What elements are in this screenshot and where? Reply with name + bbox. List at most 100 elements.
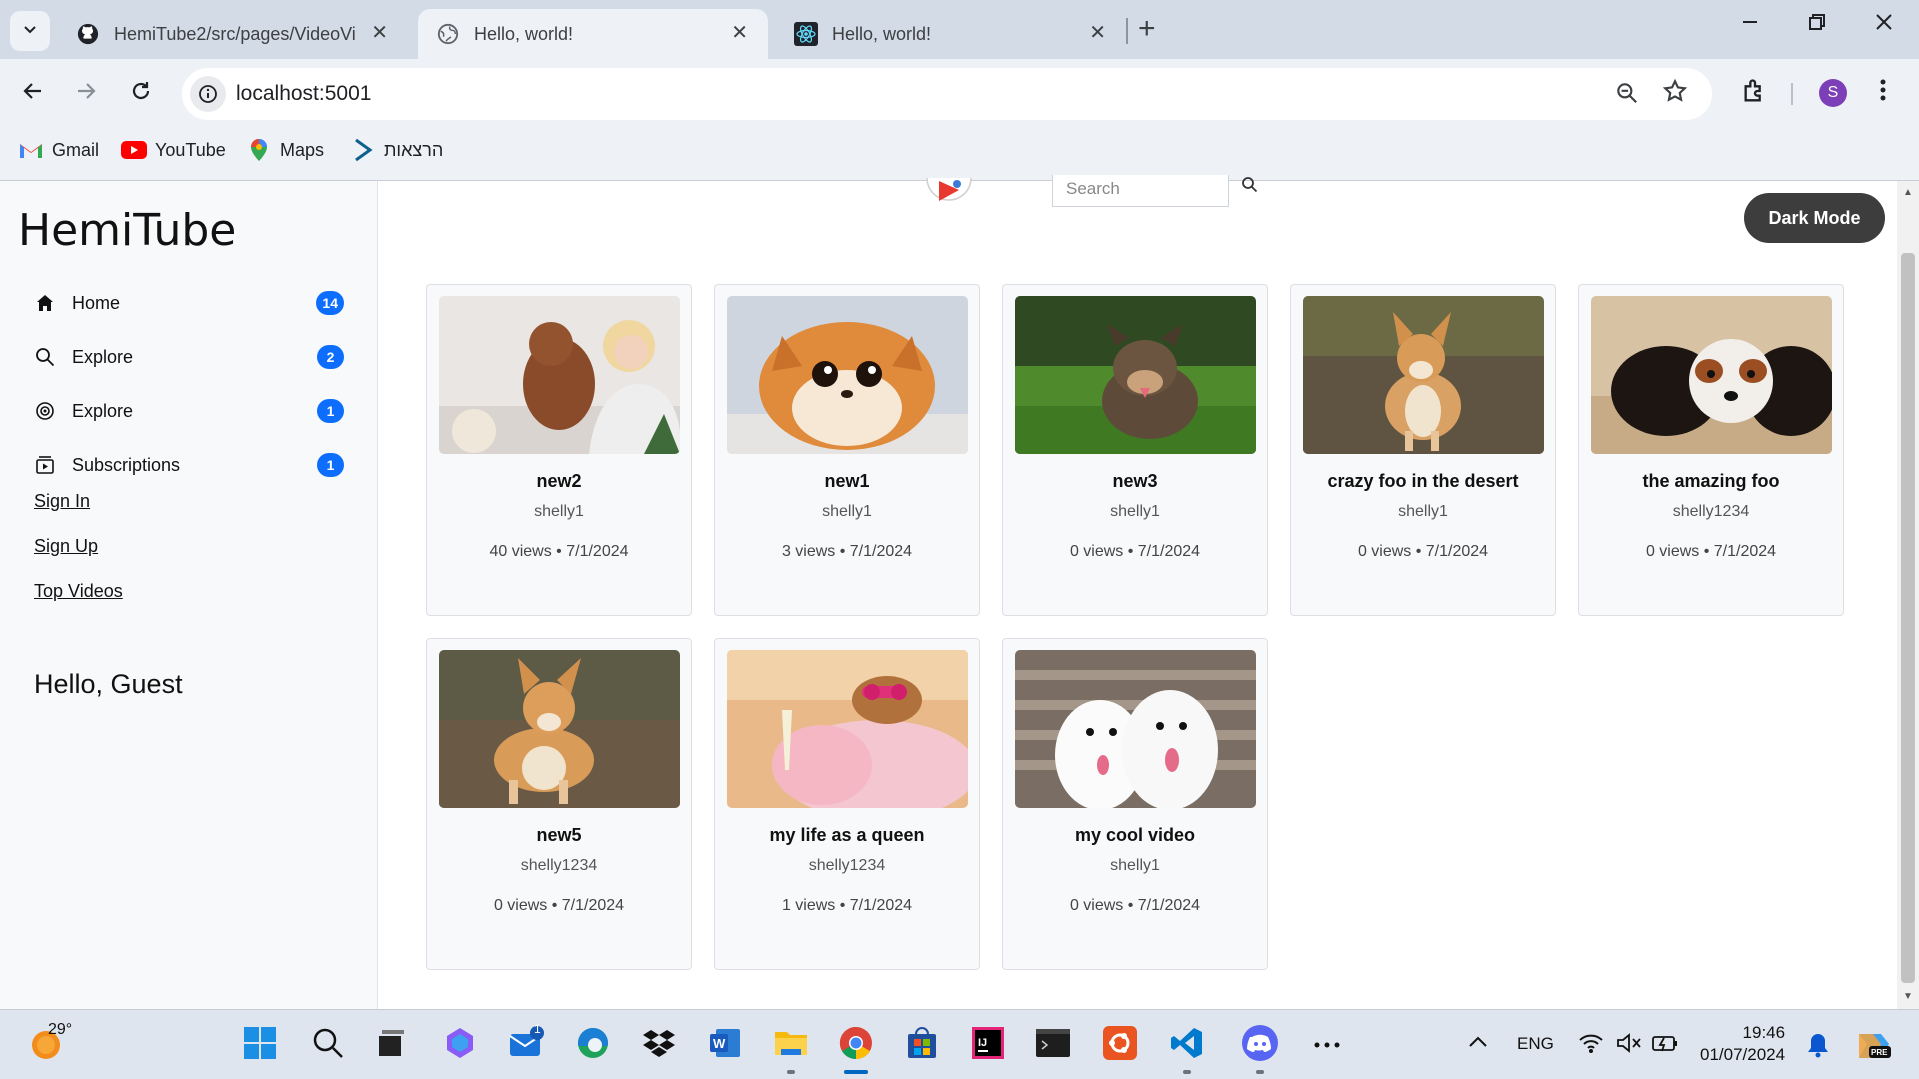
sidebar-item-explore-compass[interactable]: Explore 1 bbox=[34, 396, 344, 426]
video-title[interactable]: crazy foo in the desert bbox=[1291, 471, 1555, 492]
video-thumbnail[interactable] bbox=[1015, 296, 1256, 454]
site-info-icon[interactable] bbox=[190, 76, 226, 112]
taskbar-intellij[interactable]: IJ bbox=[969, 1026, 1007, 1064]
tab-search-button[interactable] bbox=[10, 11, 50, 51]
taskbar-discord[interactable] bbox=[1241, 1024, 1279, 1074]
close-tab-icon[interactable]: ✕ bbox=[371, 23, 388, 43]
bookmark-gmail[interactable]: Gmail bbox=[18, 139, 99, 161]
tab-github[interactable]: HemiTube2/src/pages/VideoVi ✕ bbox=[58, 9, 408, 59]
video-thumbnail[interactable] bbox=[727, 296, 968, 454]
search-icon[interactable] bbox=[1240, 177, 1260, 202]
video-card[interactable]: my cool video shelly1 0 views • 7/1/2024 bbox=[1002, 638, 1268, 970]
taskbar-edge[interactable] bbox=[574, 1026, 612, 1064]
battery-icon[interactable] bbox=[1651, 1032, 1679, 1059]
sidebar-item-home[interactable]: Home 14 bbox=[34, 288, 344, 318]
volume-muted-icon[interactable] bbox=[1616, 1032, 1642, 1059]
close-tab-icon[interactable]: ✕ bbox=[1089, 23, 1106, 43]
taskbar-dropbox[interactable] bbox=[640, 1026, 678, 1064]
minimize-button[interactable] bbox=[1738, 10, 1762, 40]
start-button[interactable] bbox=[241, 1026, 279, 1064]
profile-avatar[interactable]: S bbox=[1819, 79, 1847, 107]
bookmark-label: Maps bbox=[280, 139, 325, 160]
more-icon bbox=[1313, 1036, 1341, 1054]
bookmark-lectures[interactable]: הרצאות bbox=[350, 138, 443, 162]
count-badge: 14 bbox=[316, 291, 344, 315]
video-title[interactable]: new3 bbox=[1003, 471, 1267, 492]
video-title[interactable]: my cool video bbox=[1003, 825, 1267, 846]
video-card[interactable]: new3 shelly1 0 views • 7/1/2024 bbox=[1002, 284, 1268, 616]
restore-button[interactable] bbox=[1805, 10, 1829, 40]
sign-in-link[interactable]: Sign In bbox=[34, 491, 90, 512]
language-indicator[interactable]: ENG bbox=[1517, 1034, 1554, 1054]
taskbar-store[interactable] bbox=[903, 1026, 941, 1064]
bookmark-maps[interactable]: Maps bbox=[246, 139, 324, 161]
reload-button[interactable] bbox=[125, 77, 157, 109]
back-button[interactable] bbox=[17, 77, 49, 109]
video-card[interactable]: new5 shelly1234 0 views • 7/1/2024 bbox=[426, 638, 692, 970]
page-scrollbar[interactable]: ▲ ▼ bbox=[1897, 181, 1919, 1009]
video-card[interactable]: new2 shelly1 40 views • 7/1/2024 bbox=[426, 284, 692, 616]
notification-bell-icon[interactable] bbox=[1807, 1032, 1829, 1063]
video-title[interactable]: new2 bbox=[427, 471, 691, 492]
video-card[interactable]: new1 shelly1 3 views • 7/1/2024 bbox=[714, 284, 980, 616]
task-view-button[interactable] bbox=[372, 1026, 410, 1064]
taskbar-vscode[interactable] bbox=[1168, 1026, 1206, 1074]
scrollbar-thumb[interactable] bbox=[1901, 253, 1915, 983]
taskbar-file-explorer[interactable] bbox=[772, 1026, 810, 1074]
video-card[interactable]: crazy foo in the desert shelly1 0 views … bbox=[1290, 284, 1556, 616]
bookmark-star-icon[interactable] bbox=[1662, 78, 1688, 111]
video-thumbnail[interactable] bbox=[727, 650, 968, 808]
video-thumbnail[interactable] bbox=[1591, 296, 1832, 454]
video-title[interactable]: new1 bbox=[715, 471, 979, 492]
sidebar-item-explore[interactable]: Explore 2 bbox=[34, 342, 344, 372]
address-bar[interactable]: localhost:5001 bbox=[182, 68, 1712, 120]
video-meta: 1 views • 7/1/2024 bbox=[781, 897, 913, 914]
copilot-pre-icon[interactable]: PRE bbox=[1855, 1028, 1893, 1067]
video-card[interactable]: my life as a queen shelly1234 1 views • … bbox=[714, 638, 980, 970]
system-clock[interactable]: 19:46 01/07/2024 bbox=[1700, 1022, 1785, 1066]
extensions-icon[interactable] bbox=[1741, 77, 1769, 110]
top-videos-link[interactable]: Top Videos bbox=[34, 581, 123, 602]
close-tab-icon[interactable]: ✕ bbox=[731, 23, 748, 43]
bookmark-youtube[interactable]: YouTube bbox=[121, 139, 226, 161]
video-meta: 40 views • 7/1/2024 bbox=[489, 543, 629, 560]
browser-menu-icon[interactable] bbox=[1878, 77, 1888, 110]
url-text[interactable]: localhost:5001 bbox=[236, 82, 371, 106]
chrome-icon bbox=[838, 1025, 874, 1066]
sign-up-link[interactable]: Sign Up bbox=[34, 536, 98, 557]
video-thumbnail[interactable] bbox=[1303, 296, 1544, 454]
video-title[interactable]: the amazing foo bbox=[1579, 471, 1843, 492]
scroll-up-icon[interactable]: ▲ bbox=[1903, 187, 1913, 198]
video-title[interactable]: my life as a queen bbox=[715, 825, 979, 846]
tab-react[interactable]: Hello, world! ✕ bbox=[776, 9, 1126, 59]
count-badge: 2 bbox=[317, 345, 344, 369]
video-thumbnail[interactable] bbox=[439, 650, 680, 808]
video-title[interactable]: new5 bbox=[427, 825, 691, 846]
taskbar-word[interactable]: W bbox=[706, 1026, 744, 1064]
wifi-icon[interactable] bbox=[1578, 1032, 1604, 1059]
forward-button[interactable] bbox=[70, 77, 102, 109]
taskbar-chrome[interactable] bbox=[837, 1025, 875, 1074]
chevron-up-icon[interactable] bbox=[1468, 1034, 1488, 1053]
taskbar-mail[interactable]: 1 bbox=[508, 1022, 546, 1064]
taskbar-ubuntu[interactable] bbox=[1101, 1025, 1139, 1064]
taskbar-search[interactable] bbox=[309, 1026, 347, 1064]
search-input[interactable]: Search bbox=[1052, 175, 1229, 207]
sidebar-item-label: Explore bbox=[72, 346, 134, 367]
new-tab-button[interactable]: + bbox=[1138, 13, 1156, 45]
tab-active[interactable]: Hello, world! ✕ bbox=[418, 9, 768, 59]
page-content: HemiTube Home 14 Explore 2 Explore 1 Sub… bbox=[0, 175, 1919, 1009]
video-thumbnail[interactable] bbox=[1015, 650, 1256, 808]
close-window-button[interactable] bbox=[1872, 10, 1896, 40]
taskbar-more[interactable] bbox=[1308, 1026, 1346, 1064]
youtube-icon bbox=[121, 139, 147, 161]
dark-mode-button[interactable]: Dark Mode bbox=[1744, 193, 1885, 243]
video-card[interactable]: the amazing foo shelly1234 0 views • 7/1… bbox=[1578, 284, 1844, 616]
zoom-icon[interactable] bbox=[1614, 80, 1640, 111]
taskbar-terminal[interactable] bbox=[1034, 1026, 1072, 1064]
scroll-down-icon[interactable]: ▼ bbox=[1903, 991, 1913, 1002]
app-logo[interactable] bbox=[926, 177, 972, 218]
taskbar-copilot[interactable] bbox=[441, 1026, 479, 1064]
video-thumbnail[interactable] bbox=[439, 296, 680, 454]
sidebar-item-subscriptions[interactable]: Subscriptions 1 bbox=[34, 450, 344, 480]
